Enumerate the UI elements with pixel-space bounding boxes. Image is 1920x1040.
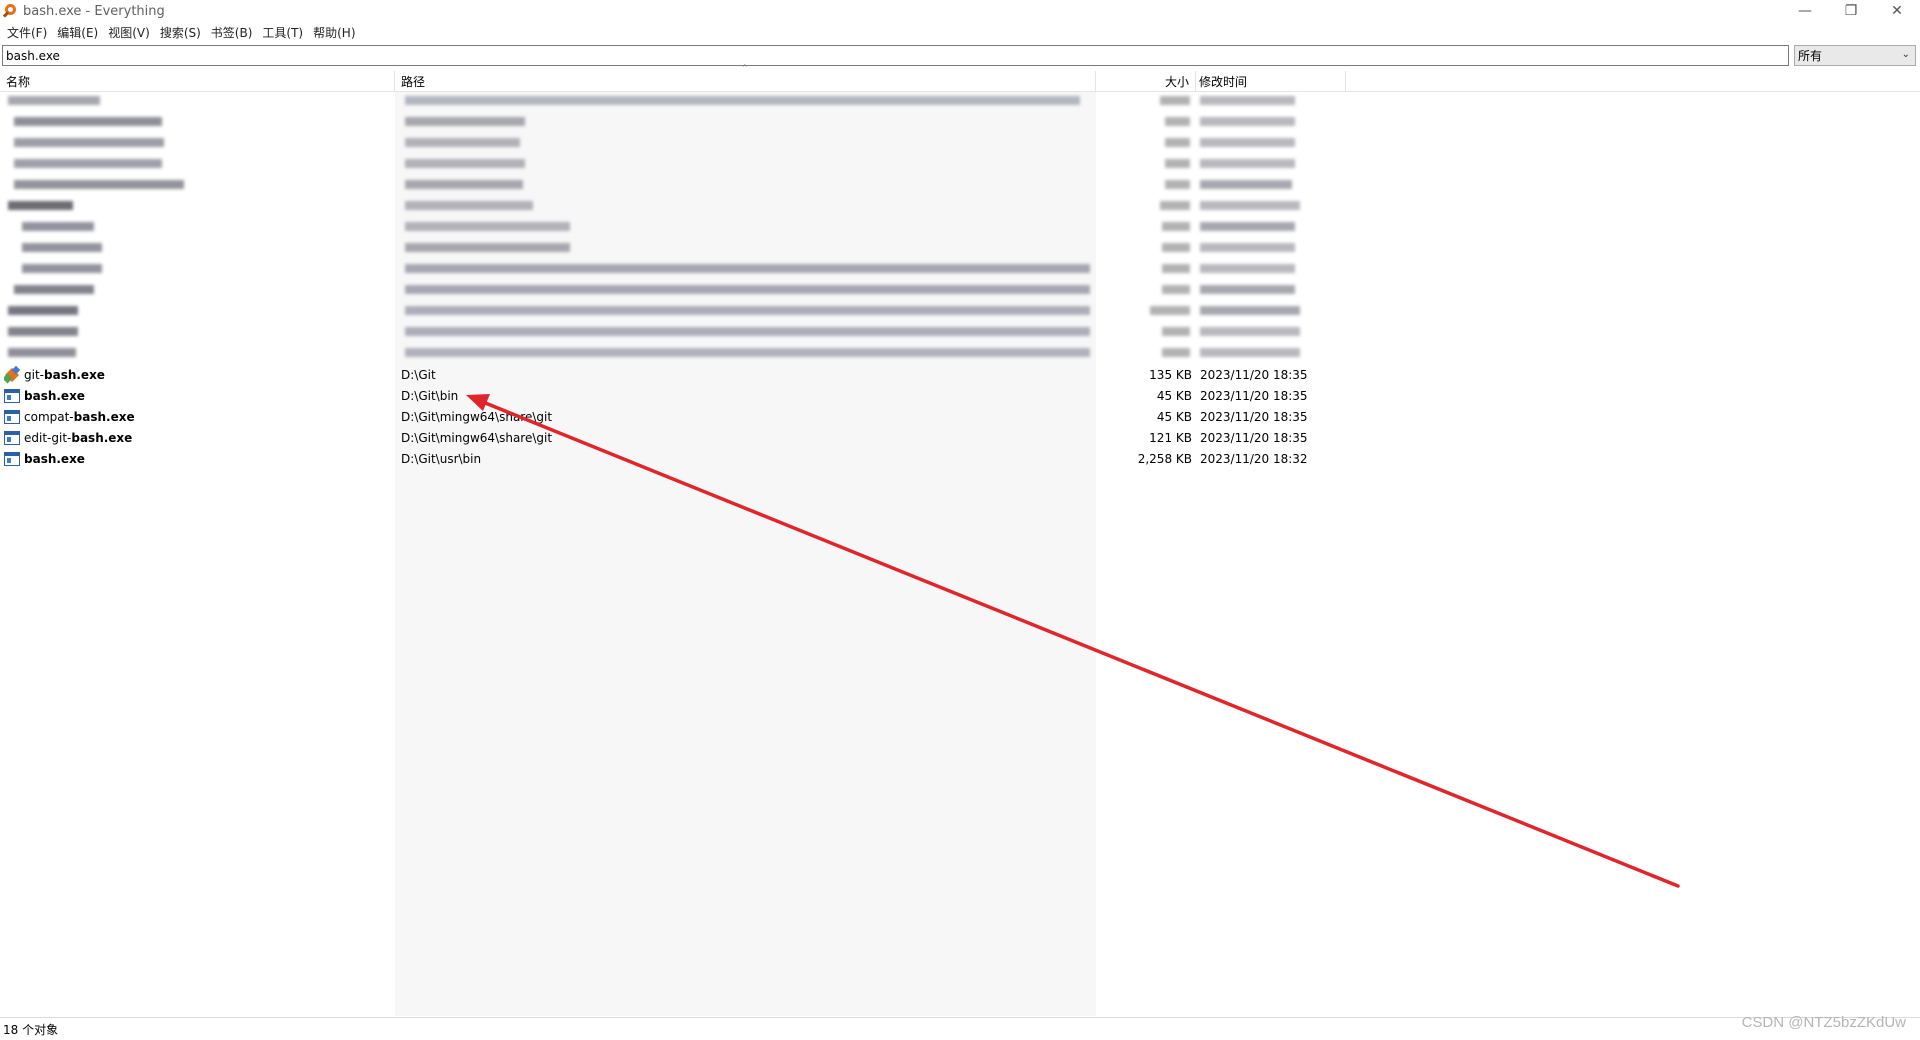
results-header: 名称 路径 大小 修改时间	[0, 71, 1920, 92]
status-bar: 18 个对象	[0, 1017, 1920, 1040]
result-name-cell: bash.exe	[4, 385, 392, 406]
column-header-name[interactable]: 名称	[0, 71, 395, 92]
result-date: 2023/11/20 18:35	[1200, 388, 1308, 403]
column-header-date-label: 修改时间	[1199, 75, 1248, 89]
results-list: git-bash.exe D:\Git 135 KB 2023/11/20 18…	[0, 364, 1920, 469]
result-row-git-bash[interactable]: git-bash.exe D:\Git 135 KB 2023/11/20 18…	[0, 364, 1320, 385]
everything-app-icon	[2, 3, 18, 19]
filter-select[interactable]: 所有 ⌄	[1794, 45, 1916, 66]
title-bar: bash.exe - Everything — ❐ ✕	[0, 0, 1920, 22]
column-header-size-label: 大小	[1164, 75, 1189, 89]
column-header-path[interactable]: 路径	[395, 71, 1096, 92]
close-button[interactable]: ✕	[1874, 0, 1920, 22]
filter-select-value: 所有	[1798, 49, 1823, 63]
result-name-prefix: edit-git-	[24, 430, 72, 445]
result-row-edit-git-bash[interactable]: edit-git-bash.exe D:\Git\mingw64\share\g…	[0, 427, 1320, 448]
result-date: 2023/11/20 18:35	[1200, 367, 1308, 382]
result-name-cell: bash.exe	[4, 448, 392, 469]
result-name-cell: git-bash.exe	[4, 364, 392, 385]
result-name-cell: edit-git-bash.exe	[4, 427, 392, 448]
chevron-down-icon: ⌄	[1901, 49, 1910, 60]
result-name: git-bash.exe	[24, 368, 105, 382]
exe-icon	[4, 388, 20, 403]
result-size: 45 KB	[1156, 409, 1192, 424]
result-size: 121 KB	[1149, 430, 1192, 445]
result-row-bash-git-bin[interactable]: bash.exe D:\Git\bin 45 KB 2023/11/20 18:…	[0, 385, 1320, 406]
result-date: 2023/11/20 18:32	[1200, 451, 1308, 466]
result-size: 2,258 KB	[1137, 451, 1192, 466]
exe-icon	[4, 409, 20, 424]
exe-icon	[4, 430, 20, 445]
result-name: edit-git-bash.exe	[24, 431, 132, 445]
git-icon	[4, 365, 21, 383]
search-input[interactable]	[2, 45, 1789, 66]
result-name-match: bash.exe	[73, 409, 135, 424]
result-name-match: bash.exe	[44, 367, 105, 382]
result-row-bash-usr-bin[interactable]: bash.exe D:\Git\usr\bin 2,258 KB 2023/11…	[0, 448, 1320, 469]
result-row-compat-bash[interactable]: compat-bash.exe D:\Git\mingw64\share\git…	[0, 406, 1320, 427]
result-name: bash.exe	[24, 452, 85, 466]
column-header-name-label: 名称	[6, 75, 31, 89]
watermark: CSDN @NTZ5bzZKdUw	[1741, 1014, 1906, 1031]
blurred-results-area	[0, 92, 1320, 364]
menu-bar: 文件(F) 编辑(E) 视图(V) 搜索(S) 书签(B) 工具(T) 帮助(H…	[0, 22, 1920, 42]
result-date: 2023/11/20 18:35	[1200, 409, 1308, 424]
result-path: D:\Git\mingw64\share\git	[401, 430, 553, 445]
minimize-button[interactable]: —	[1782, 0, 1828, 22]
window-title: bash.exe - Everything	[23, 3, 165, 19]
result-name-cell: compat-bash.exe	[4, 406, 392, 427]
exe-icon	[4, 451, 20, 466]
result-path: D:\Git\mingw64\share\git	[401, 409, 553, 424]
restore-button[interactable]: ❐	[1828, 0, 1874, 22]
search-row: 所有 ⌄	[0, 44, 1920, 68]
result-path: D:\Git\usr\bin	[401, 451, 482, 466]
result-name-prefix: git-	[24, 367, 44, 382]
result-size: 135 KB	[1149, 367, 1192, 382]
result-date: 2023/11/20 18:35	[1200, 430, 1308, 445]
status-object-count: 18 个对象	[3, 1022, 59, 1037]
blurred-rows-graphic	[8, 96, 1300, 357]
menu-edit[interactable]: 编辑(E)	[54, 24, 105, 41]
result-path: D:\Git	[401, 367, 436, 382]
result-name: compat-bash.exe	[24, 410, 135, 424]
menu-search[interactable]: 搜索(S)	[157, 24, 208, 41]
column-header-date[interactable]: 修改时间	[1196, 71, 1346, 92]
result-name-prefix: compat-	[24, 409, 74, 424]
result-name: bash.exe	[24, 389, 85, 403]
result-name-match: bash.exe	[71, 430, 133, 445]
result-name-match: bash.exe	[24, 388, 85, 403]
window-controls: — ❐ ✕	[1782, 0, 1920, 22]
result-size: 45 KB	[1156, 388, 1192, 403]
result-name-match: bash.exe	[24, 451, 85, 466]
menu-bookmarks[interactable]: 书签(B)	[208, 24, 260, 41]
column-header-size[interactable]: 大小	[1096, 71, 1196, 92]
menu-view[interactable]: 视图(V)	[105, 24, 157, 41]
menu-help[interactable]: 帮助(H)	[310, 24, 362, 41]
result-path: D:\Git\bin	[401, 388, 459, 403]
menu-tools[interactable]: 工具(T)	[259, 24, 310, 41]
menu-file[interactable]: 文件(F)	[4, 24, 54, 41]
column-header-path-label: 路径	[401, 75, 426, 89]
